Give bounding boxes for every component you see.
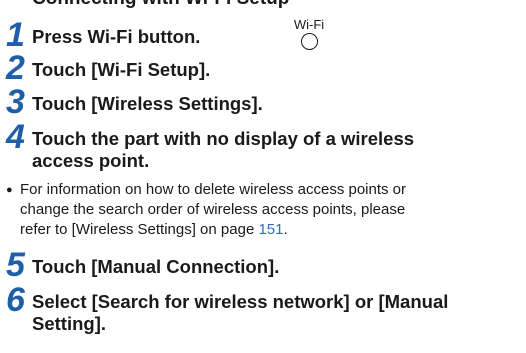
note-line-3: refer to [Wireless Settings] on page 151… — [6, 220, 520, 240]
step-number: 2 — [6, 49, 25, 87]
step-5: 5 Touch [Manual Connection]. — [6, 246, 520, 284]
note: ● For information on how to delete wirel… — [6, 180, 520, 240]
bullet-icon: ● — [6, 184, 13, 196]
wifi-button-label: Wi-Fi — [293, 17, 325, 32]
page-link[interactable]: 151 — [258, 221, 283, 238]
manual-page: Connecting with Wi-Fi Setup 1 Press Wi-F… — [0, 0, 526, 353]
step-number: 1 — [6, 16, 25, 54]
step-text: Press Wi-Fi button. — [32, 26, 201, 47]
step-text-line-1: Touch the part with no display of a wire… — [32, 128, 415, 149]
step-number: 3 — [6, 83, 25, 121]
step-number: 5 — [6, 246, 25, 284]
step-text-line-1: Select [Search for wireless network] or … — [32, 291, 449, 312]
note-line-3-suffix: . — [283, 221, 288, 238]
note-line-3-text: refer to [Wireless Settings] on page — [20, 221, 259, 238]
step-text: Touch [Manual Connection]. — [32, 256, 280, 277]
wifi-button: Wi-Fi — [292, 18, 326, 50]
section-heading: Connecting with Wi-Fi Setup — [32, 0, 289, 10]
step-number: 6 — [6, 281, 25, 319]
step-number: 4 — [6, 118, 25, 156]
step-1: 1 Press Wi-Fi button. Wi-Fi — [6, 16, 520, 54]
step-text: Touch [Wi-Fi Setup]. — [32, 59, 211, 80]
step-text: Touch [Wireless Settings]. — [32, 93, 263, 114]
step-text-line-2: Setting]. — [32, 313, 106, 334]
step-text-line-2: access point. — [32, 150, 150, 171]
step-2: 2 Touch [Wi-Fi Setup]. — [6, 49, 520, 87]
wifi-button-icon — [300, 33, 318, 50]
note-line-1: For information on how to delete wireles… — [20, 181, 407, 198]
step-4: 4 Touch the part with no display of a wi… — [6, 118, 520, 178]
note-line-2: change the search order of wireless acce… — [20, 201, 406, 218]
step-6: 6 Select [Search for wireless network] o… — [6, 281, 520, 345]
step-3: 3 Touch [Wireless Settings]. — [6, 83, 520, 121]
